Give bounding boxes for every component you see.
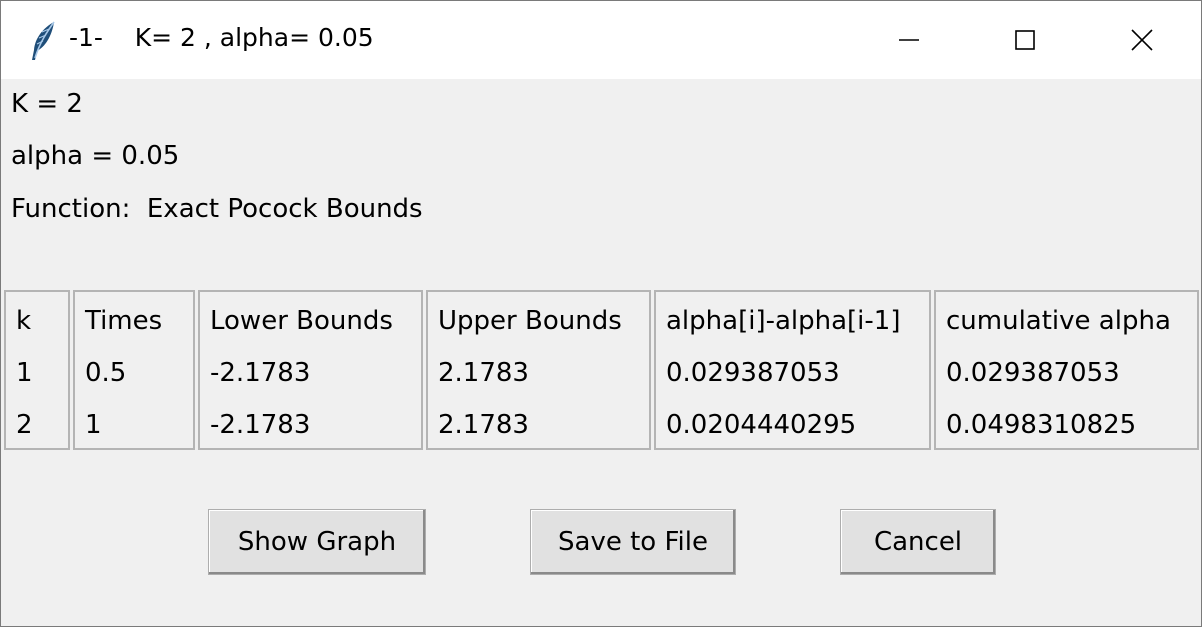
column-lower-bounds: Lower Bounds -2.1783 -2.1783 bbox=[198, 290, 423, 450]
cancel-button[interactable]: Cancel bbox=[840, 509, 996, 575]
table-cell: -2.1783 bbox=[210, 410, 311, 440]
window-title: -1- K= 2 , alpha= 0.05 bbox=[69, 23, 374, 52]
column-k: k 1 2 bbox=[4, 290, 70, 450]
close-button[interactable] bbox=[1084, 1, 1200, 79]
table-cell: 0.0498310825 bbox=[946, 410, 1137, 440]
table-cell: 1 bbox=[16, 358, 33, 388]
feather-icon bbox=[32, 21, 55, 60]
column-cumulative-alpha: cumulative alpha 0.029387053 0.049831082… bbox=[934, 290, 1199, 450]
table-cell: -2.1783 bbox=[210, 358, 311, 388]
title-bar[interactable]: -1- K= 2 , alpha= 0.05 bbox=[1, 1, 1201, 79]
table-cell: 0.0204440295 bbox=[666, 410, 857, 440]
table-cell: 0.029387053 bbox=[666, 358, 840, 388]
column-upper-bounds: Upper Bounds 2.1783 2.1783 bbox=[426, 290, 651, 450]
column-header: Times bbox=[85, 306, 163, 336]
maximize-button[interactable] bbox=[967, 1, 1083, 79]
alpha-label: alpha = 0.05 bbox=[11, 141, 180, 171]
save-to-file-button[interactable]: Save to File bbox=[530, 509, 736, 575]
table-cell: 2.1783 bbox=[438, 410, 529, 440]
column-header: Lower Bounds bbox=[210, 306, 393, 336]
column-header: alpha[i]-alpha[i-1] bbox=[666, 306, 901, 336]
table-cell: 2 bbox=[16, 410, 33, 440]
column-times: Times 0.5 1 bbox=[73, 290, 195, 450]
function-label: Function: Exact Pocock Bounds bbox=[11, 194, 423, 224]
table-cell: 0.029387053 bbox=[946, 358, 1120, 388]
table-cell: 2.1783 bbox=[438, 358, 529, 388]
maximize-icon bbox=[1015, 30, 1035, 50]
column-header: k bbox=[16, 306, 32, 336]
dialog-window: -1- K= 2 , alpha= 0.05 K = 2 alpha = 0.0… bbox=[0, 0, 1202, 627]
show-graph-button[interactable]: Show Graph bbox=[208, 509, 426, 575]
column-header: Upper Bounds bbox=[438, 306, 622, 336]
close-icon bbox=[1131, 29, 1153, 51]
column-header: cumulative alpha bbox=[946, 306, 1171, 336]
table-cell: 0.5 bbox=[85, 358, 127, 388]
minimize-icon bbox=[899, 39, 919, 41]
column-alpha-diff: alpha[i]-alpha[i-1] 0.029387053 0.020444… bbox=[654, 290, 931, 450]
minimize-button[interactable] bbox=[851, 1, 967, 79]
k-label: K = 2 bbox=[11, 89, 83, 119]
table-cell: 1 bbox=[85, 410, 102, 440]
